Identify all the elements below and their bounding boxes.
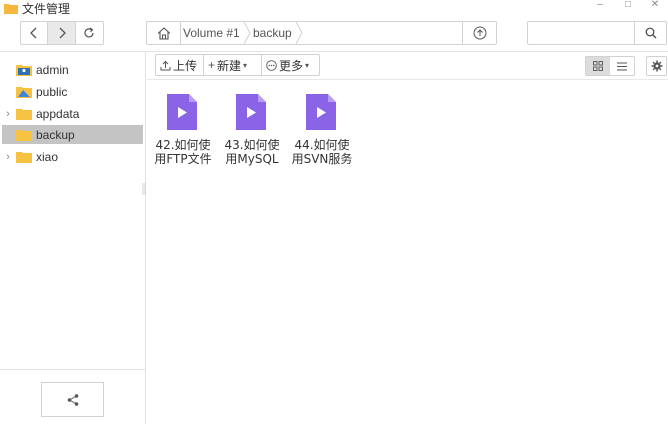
sidebar-item-label: admin bbox=[36, 62, 69, 77]
breadcrumb-separator-icon bbox=[295, 22, 303, 44]
minimize-button[interactable]: – bbox=[586, 0, 614, 14]
video-file-icon bbox=[236, 94, 266, 130]
chevron-right-icon bbox=[59, 27, 66, 39]
search-button[interactable] bbox=[634, 22, 666, 44]
folder-icon bbox=[16, 151, 32, 163]
window-title: 文件管理 bbox=[22, 2, 71, 16]
new-button[interactable]: + 新建 ▾ bbox=[204, 55, 262, 75]
folder-icon bbox=[4, 4, 18, 14]
search-icon bbox=[645, 27, 656, 39]
file-name: 42.如何使用FTP文件 bbox=[154, 138, 212, 166]
search-input[interactable] bbox=[528, 22, 634, 44]
user-folder-icon bbox=[16, 64, 32, 76]
plus-icon: + bbox=[208, 58, 216, 72]
breadcrumb-volume[interactable]: Volume #1 bbox=[183, 22, 240, 44]
expand-arrow-icon[interactable]: › bbox=[0, 151, 16, 163]
title-bar: 文件管理 – □ ✕ bbox=[0, 0, 668, 18]
list-icon bbox=[617, 62, 627, 70]
refresh-icon bbox=[84, 27, 94, 38]
list-view-button[interactable] bbox=[610, 57, 634, 75]
refresh-button[interactable] bbox=[76, 22, 103, 44]
path-bar: Volume #1 backup bbox=[146, 21, 497, 45]
more-button[interactable]: 更多 ▾ bbox=[262, 55, 319, 75]
share-button[interactable] bbox=[41, 382, 104, 417]
home-button[interactable] bbox=[147, 22, 181, 44]
more-dots-icon bbox=[266, 59, 277, 71]
sidebar-item-xiao[interactable]: › xiao bbox=[0, 147, 146, 166]
chevron-left-icon bbox=[30, 27, 37, 39]
forward-button[interactable] bbox=[48, 22, 76, 44]
upload-label: 上传 bbox=[173, 58, 198, 73]
file-item[interactable]: 42.如何使用FTP文件 bbox=[152, 92, 214, 172]
sidebar: admin public › appdata backup › xiao bbox=[0, 52, 146, 424]
sidebar-item-admin[interactable]: admin bbox=[0, 60, 146, 79]
close-button[interactable]: ✕ bbox=[641, 0, 668, 14]
home-icon bbox=[157, 26, 170, 40]
sidebar-resize-handle[interactable] bbox=[142, 183, 146, 195]
breadcrumb-separator-icon bbox=[243, 22, 251, 44]
go-up-button[interactable] bbox=[462, 22, 496, 44]
sidebar-item-appdata[interactable]: › appdata bbox=[0, 104, 146, 123]
arrow-up-circle-icon bbox=[473, 26, 486, 40]
file-name: 44.如何使用SVN服务 bbox=[291, 138, 353, 166]
sidebar-item-label: xiao bbox=[36, 149, 59, 164]
expand-arrow-icon[interactable]: › bbox=[0, 108, 16, 120]
file-item[interactable]: 43.如何使用MySQL bbox=[221, 92, 283, 172]
upload-icon bbox=[160, 60, 171, 70]
folder-icon bbox=[16, 108, 32, 120]
upload-button[interactable]: 上传 bbox=[156, 55, 204, 75]
sidebar-item-label: backup bbox=[36, 127, 75, 142]
folder-icon bbox=[16, 129, 32, 141]
breadcrumb-backup[interactable]: backup bbox=[253, 22, 292, 44]
content-divider bbox=[147, 79, 668, 80]
share-icon bbox=[67, 393, 78, 406]
file-name: 43.如何使用MySQL bbox=[224, 138, 280, 166]
action-toolbar: 上传 + 新建 ▾ 更多 ▾ bbox=[155, 54, 320, 76]
gear-icon bbox=[651, 60, 662, 72]
view-toggle bbox=[585, 56, 635, 76]
sidebar-item-label: appdata bbox=[36, 106, 80, 121]
sidebar-divider bbox=[0, 369, 145, 370]
public-folder-icon bbox=[16, 86, 32, 98]
grid-icon bbox=[593, 61, 603, 71]
more-label: 更多 bbox=[279, 58, 304, 73]
video-file-icon bbox=[306, 94, 336, 130]
grid-view-button[interactable] bbox=[586, 57, 610, 75]
caret-down-icon: ▾ bbox=[243, 60, 248, 70]
search-box bbox=[527, 21, 667, 45]
file-item[interactable]: 44.如何使用SVN服务 bbox=[291, 92, 353, 172]
new-label: 新建 bbox=[217, 58, 242, 73]
caret-down-icon: ▾ bbox=[305, 60, 310, 70]
settings-button[interactable] bbox=[646, 56, 667, 76]
sidebar-item-public[interactable]: public bbox=[0, 82, 146, 101]
sidebar-item-backup[interactable]: backup bbox=[2, 125, 143, 144]
maximize-button[interactable]: □ bbox=[614, 0, 642, 14]
nav-button-group bbox=[20, 21, 104, 45]
sidebar-item-label: public bbox=[36, 84, 68, 99]
video-file-icon bbox=[167, 94, 197, 130]
back-button[interactable] bbox=[21, 22, 49, 44]
